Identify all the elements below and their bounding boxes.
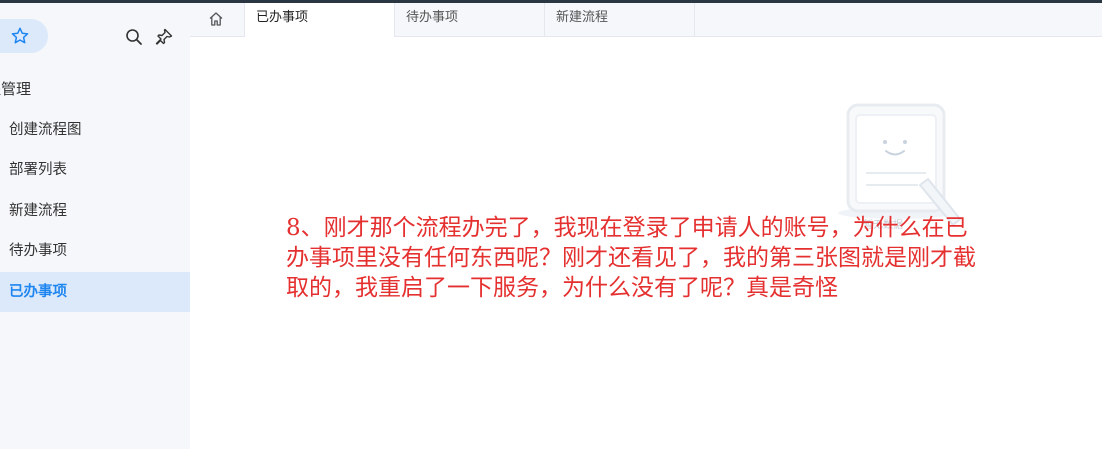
menu-group-process-management[interactable]: 程管理: [0, 77, 190, 101]
menu-item-label: 待办事项: [9, 243, 67, 259]
star-icon: [11, 27, 29, 44]
home-icon: [209, 12, 223, 26]
menu-item-todo[interactable]: 待办事项: [0, 231, 190, 271]
tab-label: 已办事项: [256, 10, 309, 25]
search-icon[interactable]: [124, 27, 144, 47]
menu-item-label: 创建流程图: [9, 122, 82, 138]
sidebar: 程管理 创建流程图 部署列表 新建流程 待办事项 已办事项: [0, 3, 190, 449]
favorites-button[interactable]: [0, 19, 48, 53]
annotation-line: 8、刚才那个流程办完了，我现在登录了申请人的账号，为什么在已: [286, 215, 968, 241]
tab-label: 待办事项: [406, 10, 459, 25]
tab-home[interactable]: [190, 3, 244, 37]
annotation-overlay: 8、刚才那个流程办完了，我现在登录了申请人的账号，为什么在已 办事项里没有任何东…: [286, 213, 1096, 303]
tab-done[interactable]: 已办事项: [244, 3, 394, 38]
empty-clipboard-icon: [838, 103, 961, 226]
pin-icon[interactable]: [154, 27, 174, 47]
annotation-line: 取的，我重启了一下服务，为什么没有了呢？真是奇怪: [286, 275, 838, 301]
menu-item-label: 新建流程: [9, 203, 67, 219]
menu-item-label: 已办事项: [9, 284, 67, 300]
tab-divider: [694, 3, 695, 37]
menu-item-done[interactable]: 已办事项: [0, 272, 190, 312]
tab-new-process[interactable]: 新建流程: [544, 3, 694, 37]
menu-item-deploy-list[interactable]: 部署列表: [0, 150, 190, 190]
main-content: 暂无数据 8、刚才那个流程办完了，我现在登录了申请人的账号，为什么在已 办事项里…: [190, 37, 1102, 449]
annotation-line: 办事项里没有任何东西呢？刚才还看见了，我的第三张图就是刚才截: [286, 245, 976, 271]
menu-item-new-process[interactable]: 新建流程: [0, 191, 190, 231]
tab-label: 新建流程: [556, 10, 609, 25]
menu-item-create-flowchart[interactable]: 创建流程图: [0, 110, 190, 150]
tab-bar: 已办事项 待办事项 新建流程: [190, 3, 1102, 38]
menu-item-label: 部署列表: [9, 162, 67, 178]
menu-group-label: 程管理: [0, 80, 32, 98]
tab-todo[interactable]: 待办事项: [394, 3, 544, 37]
